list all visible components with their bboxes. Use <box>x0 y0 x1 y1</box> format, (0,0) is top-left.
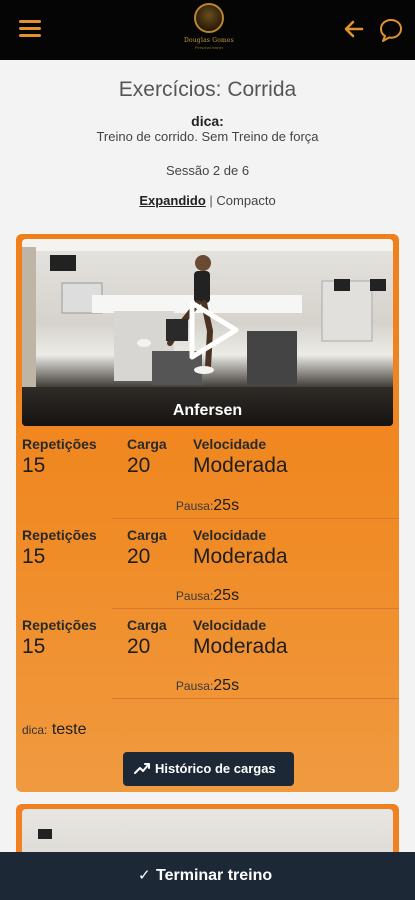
reps-column: Repetições 15 <box>22 616 97 660</box>
exercise-video[interactable]: Anfersen <box>22 239 393 426</box>
logo: Douglas Gomes Personal trainer <box>178 3 240 57</box>
speed-value: Moderada <box>193 454 288 477</box>
logo-subtext: Personal trainer <box>194 45 224 50</box>
speed-column: Velocidade Moderada <box>193 435 288 479</box>
top-bar: Douglas Gomes Personal trainer <box>0 0 415 60</box>
exercise-tip-value: teste <box>51 721 87 738</box>
speed-value: Moderada <box>193 635 288 658</box>
play-icon[interactable] <box>186 297 242 363</box>
exercise-tip: dica: teste <box>22 720 87 740</box>
pause-row: Pausa:25s <box>16 586 399 606</box>
reps-column: Repetições 15 <box>22 435 97 479</box>
check-icon: ✓ <box>138 867 151 884</box>
speed-label: Velocidade <box>193 527 267 543</box>
load-column: Carga 20 <box>127 435 167 479</box>
pause-value: 25s <box>213 497 240 514</box>
trending-up-icon <box>134 762 150 774</box>
load-history-label: Histórico de cargas <box>155 761 276 776</box>
load-value: 20 <box>127 545 151 568</box>
pause-label: Pausa: <box>175 679 214 693</box>
speed-label: Velocidade <box>193 617 267 633</box>
finish-workout-label: Terminar treino <box>156 867 273 884</box>
load-column: Carga 20 <box>127 526 167 570</box>
session-counter: Sessão 2 de 6 <box>165 163 250 178</box>
divider <box>112 608 399 609</box>
tip-text: Treino de corrido. Sem Treino de força <box>96 129 319 144</box>
arrow-left-icon[interactable] <box>342 16 366 42</box>
load-label: Carga <box>127 527 167 543</box>
divider <box>112 518 399 519</box>
load-label: Carga <box>127 617 167 633</box>
reps-label: Repetições <box>22 617 97 633</box>
view-compact-link[interactable]: Compacto <box>216 193 275 208</box>
speed-column: Velocidade Moderada <box>193 526 288 570</box>
page-title: Exercícios: Corrida <box>118 78 297 101</box>
exercise-name: Anfersen <box>172 402 243 419</box>
pause-value: 25s <box>213 677 240 694</box>
video-scene-speaker <box>38 829 52 839</box>
reps-value: 15 <box>22 545 46 568</box>
page-header: Exercícios: Corrida dica: Treino de corr… <box>0 60 415 209</box>
view-separator: | <box>209 193 213 208</box>
view-toggle: Expandido | Compacto <box>0 193 415 209</box>
pause-value: 25s <box>213 587 240 604</box>
finish-workout-button[interactable]: ✓ Terminar treino <box>0 852 415 900</box>
exercise-tip-label: dica: <box>22 723 48 737</box>
reps-label: Repetições <box>22 527 97 543</box>
speed-column: Velocidade Moderada <box>193 616 288 660</box>
reps-label: Repetições <box>22 436 97 452</box>
load-label: Carga <box>127 436 167 452</box>
pause-label: Pausa: <box>175 499 214 513</box>
reps-value: 15 <box>22 454 46 477</box>
load-history-button[interactable]: Histórico de cargas <box>123 752 294 786</box>
pause-label: Pausa: <box>175 589 214 603</box>
reps-value: 15 <box>22 635 46 658</box>
exercise-card: Anfersen Repetições 15 Carga 20 Velocida… <box>16 234 399 792</box>
pause-row: Pausa:25s <box>16 676 399 696</box>
pause-row: Pausa:25s <box>16 496 399 516</box>
view-expanded-link[interactable]: Expandido <box>139 193 205 208</box>
load-column: Carga 20 <box>127 616 167 660</box>
logo-text: Douglas Gomes <box>184 37 234 44</box>
chat-icon[interactable] <box>378 16 404 44</box>
speed-value: Moderada <box>193 545 288 568</box>
load-value: 20 <box>127 635 151 658</box>
load-value: 20 <box>127 454 151 477</box>
reps-column: Repetições 15 <box>22 526 97 570</box>
tip-label: dica: <box>191 113 224 129</box>
logo-emblem <box>194 3 224 33</box>
divider <box>112 698 399 699</box>
speed-label: Velocidade <box>193 436 267 452</box>
menu-icon[interactable] <box>19 20 41 40</box>
